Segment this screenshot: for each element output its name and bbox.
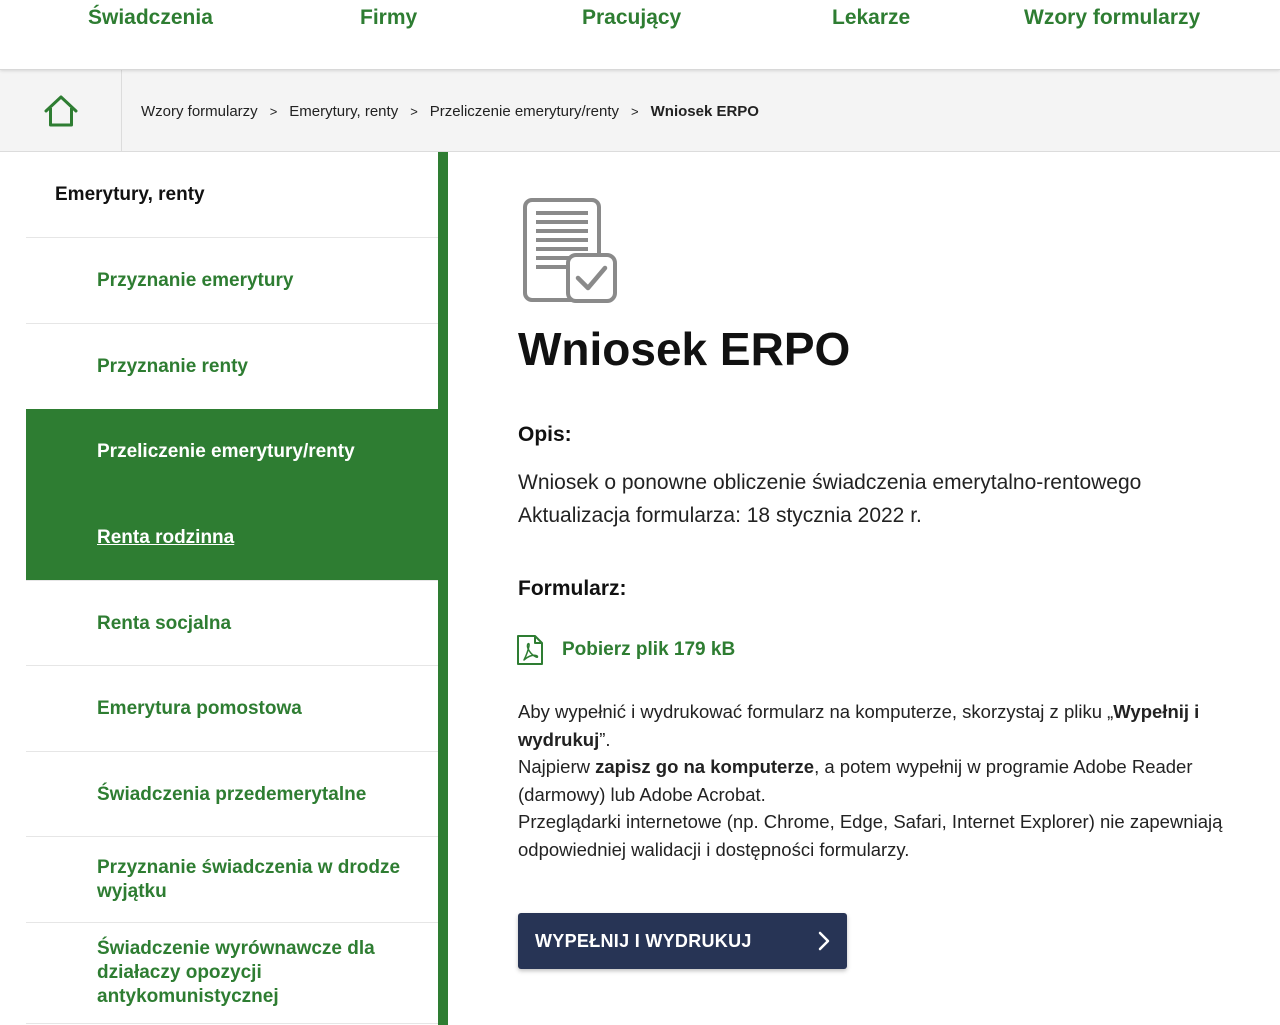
sidebar-item-emerytura-pomostowa[interactable]: Emerytura pomostowa bbox=[26, 665, 438, 751]
download-link[interactable]: Pobierz plik 179 kB bbox=[516, 634, 735, 666]
instructions-paragraph-1: Aby wypełnić i wydrukować formularz na k… bbox=[518, 701, 1200, 750]
description: Wniosek o ponowne obliczenie świadczenia… bbox=[518, 466, 1141, 532]
sidebar-item-label: Przeliczenie emerytury/renty bbox=[97, 441, 355, 462]
nav-item-firmy[interactable]: Firmy bbox=[360, 6, 417, 30]
sidebar-item-przeliczenie[interactable]: Przeliczenie emerytury/renty bbox=[26, 409, 438, 495]
main-content: Wniosek ERPO Opis: Wniosek o ponowne obl… bbox=[448, 152, 1280, 1025]
fill-and-print-button-label: WYPEŁNIJ I WYDRUKUJ bbox=[535, 930, 752, 951]
sidebar-item-label: Przyznanie świadczenia w drodze wyjątku bbox=[97, 856, 401, 902]
sidebar-item-label: Renta rodzinna bbox=[97, 526, 235, 548]
page-title: Wniosek ERPO bbox=[518, 323, 851, 375]
sidebar-accent-bar bbox=[438, 152, 448, 1025]
sidebar-item-renta-socjalna[interactable]: Renta socjalna bbox=[26, 580, 438, 666]
sidebar-item-renta-rodzinna[interactable]: Renta rodzinna bbox=[26, 494, 438, 580]
sidebar-heading[interactable]: Emerytury, renty bbox=[55, 184, 205, 206]
instructions: Aby wypełnić i wydrukować formularz na k… bbox=[518, 698, 1238, 863]
home-button[interactable] bbox=[0, 70, 122, 152]
download-link-text[interactable]: Pobierz plik 179 kB bbox=[562, 639, 735, 661]
top-navigation: Świadczenia Firmy Pracujący Lekarze Wzor… bbox=[0, 0, 1280, 70]
sidebar-item-label: Przyznanie emerytury bbox=[97, 269, 294, 291]
breadcrumb-przeliczenie[interactable]: Przeliczenie emerytury/renty bbox=[430, 103, 619, 120]
instructions-paragraph-3: Przeglądarki internetowe (np. Chrome, Ed… bbox=[518, 811, 1223, 860]
sidebar: Emerytury, renty Przyznanie emerytury Pr… bbox=[26, 152, 438, 1025]
breadcrumb-separator: > bbox=[269, 103, 278, 119]
sidebar-item-label: Emerytura pomostowa bbox=[97, 697, 302, 719]
pdf-file-icon bbox=[517, 635, 543, 665]
sidebar-item-label: Renta socjalna bbox=[97, 612, 232, 634]
nav-item-lekarze[interactable]: Lekarze bbox=[832, 6, 910, 30]
instructions-paragraph-2: Najpierw zapisz go na komputerze, a pote… bbox=[518, 756, 1193, 805]
breadcrumb-separator: > bbox=[410, 103, 418, 119]
chevron-right-icon bbox=[818, 931, 830, 951]
breadcrumb-separator: > bbox=[631, 103, 639, 119]
description-text: Wniosek o ponowne obliczenie świadczenia… bbox=[518, 471, 1142, 494]
sidebar-item-przyznanie-w-drodze-wyjatku[interactable]: Przyznanie świadczenia w drodze wyjątku bbox=[26, 836, 438, 922]
sidebar-item-label: Świadczenie wyrównawcze dla działaczy op… bbox=[97, 938, 375, 1007]
sidebar-item-label: Świadczenia przedemerytalne bbox=[97, 783, 367, 805]
sidebar-item-swiadczenie-wyrownawcze[interactable]: Świadczenie wyrównawcze dla działaczy op… bbox=[26, 922, 438, 1024]
sidebar-item-przyznanie-emerytury[interactable]: Przyznanie emerytury bbox=[26, 237, 438, 323]
breadcrumb-current: Wniosek ERPO bbox=[650, 102, 759, 120]
breadcrumb-wzory-formularzy[interactable]: Wzory formularzy bbox=[141, 103, 258, 120]
document-check-icon bbox=[522, 197, 618, 310]
sidebar-item-przyznanie-renty[interactable]: Przyznanie renty bbox=[26, 323, 438, 409]
update-date: Aktualizacja formularza: 18 stycznia 202… bbox=[518, 504, 922, 527]
form-label: Formularz: bbox=[518, 577, 627, 600]
sidebar-item-label: Przyznanie renty bbox=[97, 355, 248, 377]
fill-and-print-button[interactable]: WYPEŁNIJ I WYDRUKUJ bbox=[518, 913, 847, 969]
opis-label: Opis: bbox=[518, 423, 572, 446]
nav-item-swiadczenia[interactable]: Świadczenia bbox=[88, 6, 213, 30]
nav-item-pracujacy[interactable]: Pracujący bbox=[582, 6, 681, 30]
breadcrumb-emerytury-renty[interactable]: Emerytury, renty bbox=[289, 103, 398, 120]
home-icon bbox=[44, 95, 77, 127]
sidebar-item-swiadczenia-przedemerytalne[interactable]: Świadczenia przedemerytalne bbox=[26, 751, 438, 837]
breadcrumb: Wzory formularzy > Emerytury, renty > Pr… bbox=[141, 70, 759, 152]
breadcrumb-bar: Wzory formularzy > Emerytury, renty > Pr… bbox=[0, 70, 1280, 152]
nav-item-wzory-formularzy[interactable]: Wzory formularzy bbox=[1024, 6, 1200, 30]
